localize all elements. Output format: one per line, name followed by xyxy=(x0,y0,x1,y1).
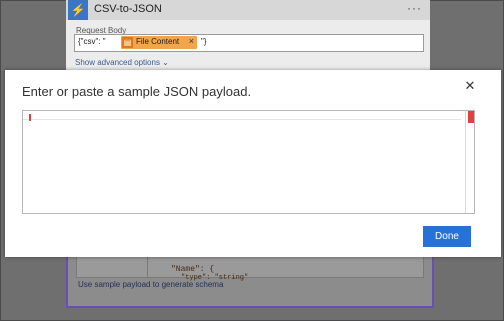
more-options-icon[interactable]: ··· xyxy=(407,1,422,15)
dialog-title: Enter or paste a sample JSON payload. xyxy=(22,84,252,99)
file-content-token[interactable]: ▤ File Content × xyxy=(121,36,197,49)
generate-schema-link[interactable]: Use sample payload to generate schema xyxy=(78,280,223,289)
line-number-gutter xyxy=(77,255,148,277)
remove-token-icon[interactable]: × xyxy=(189,36,194,46)
schema-editor[interactable]: "Name": { "type": "string" xyxy=(76,254,424,282)
schema-panel: "Name": { "type": "string" Use sample pa… xyxy=(66,254,434,308)
request-body-prefix: {"csv": " xyxy=(78,37,106,46)
action-card-header[interactable]: ⚡ CSV-to-JSON ··· xyxy=(66,0,430,20)
json-payload-input[interactable] xyxy=(22,110,475,214)
request-body-suffix: "} xyxy=(201,37,207,46)
sample-payload-dialog: Enter or paste a sample JSON payload. ✕ … xyxy=(5,70,501,257)
action-title: CSV-to-JSON xyxy=(94,3,162,15)
close-icon[interactable]: ✕ xyxy=(463,79,477,93)
done-button[interactable]: Done xyxy=(423,226,471,247)
code-line: "Name": { xyxy=(171,265,215,274)
text-cursor xyxy=(29,114,31,121)
request-body-field[interactable]: {"csv": " ▤ File Content × "} xyxy=(74,34,424,52)
show-advanced-options-link[interactable]: Show advanced options ⌄ xyxy=(75,58,169,67)
action-card: ⚡ CSV-to-JSON ··· Request Body {"csv": "… xyxy=(66,0,430,70)
file-icon: ▤ xyxy=(122,37,133,48)
scrollbar-thumb[interactable] xyxy=(468,111,474,123)
current-line-highlight xyxy=(23,119,461,120)
vertical-scrollbar[interactable] xyxy=(465,111,474,213)
request-action-icon: ⚡ xyxy=(68,0,88,20)
token-label: File Content xyxy=(136,37,180,46)
